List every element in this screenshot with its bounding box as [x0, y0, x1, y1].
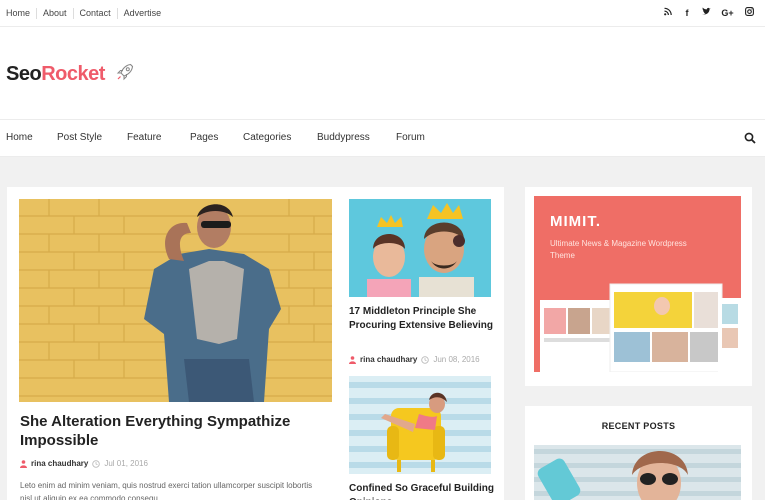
side-post-title[interactable]: Confined So Graceful Building Opinions	[349, 482, 494, 500]
top-link-about[interactable]: About	[36, 8, 73, 19]
twitter-icon[interactable]	[702, 7, 711, 19]
clock-icon	[92, 459, 101, 468]
rocket-icon	[116, 63, 134, 81]
top-link-contact[interactable]: Contact	[72, 8, 117, 19]
ad-banner[interactable]: MIMIT. Ultimate News & Magazine Wordpres…	[534, 196, 741, 372]
top-bar: Home About Contact Advertise f G+	[0, 0, 765, 27]
featured-post-date: Jul 01, 2016	[104, 459, 148, 468]
site-header: SeoRocket	[0, 27, 765, 119]
side-post-date: Jun 08, 2016	[433, 355, 480, 364]
top-links: Home About Contact Advertise	[6, 8, 167, 19]
nav-forum[interactable]: Forum	[396, 132, 425, 143]
nav-home[interactable]: Home	[6, 132, 33, 143]
top-link-home[interactable]: Home	[6, 8, 36, 19]
nav-buddypress[interactable]: Buddypress	[317, 132, 370, 143]
featured-post-author[interactable]: rina chaudhary	[31, 459, 88, 468]
side-post-image[interactable]	[349, 376, 491, 474]
rss-icon[interactable]	[664, 7, 672, 19]
nav-categories[interactable]: Categories	[243, 132, 291, 143]
ad-mockup-image	[540, 283, 741, 372]
featured-post-excerpt: Leto enim ad minim veniam, quis nostrud …	[20, 481, 313, 500]
side-post-meta: rina chaudhary Jun 08, 2016	[349, 355, 480, 364]
author-icon	[349, 355, 356, 364]
side-post-image[interactable]	[349, 199, 491, 297]
recent-posts-heading: RECENT POSTS	[601, 421, 676, 431]
nav-post-style[interactable]: Post Style	[57, 132, 102, 143]
featured-post-image[interactable]	[19, 199, 332, 402]
featured-post-title[interactable]: She Alteration Everything Sympathize Imp…	[20, 412, 330, 450]
site-logo[interactable]: SeoRocket	[6, 63, 134, 86]
main-nav: Home Post Style Feature Pages Categories…	[0, 119, 765, 157]
nav-feature[interactable]: Feature	[127, 132, 161, 143]
recent-post-image[interactable]	[534, 445, 741, 500]
instagram-icon[interactable]	[745, 7, 754, 19]
search-icon[interactable]	[744, 132, 756, 144]
google-plus-icon[interactable]: G+	[721, 7, 734, 19]
top-link-advertise[interactable]: Advertise	[116, 8, 168, 19]
author-icon	[20, 459, 27, 468]
facebook-icon[interactable]: f	[683, 7, 691, 19]
featured-post-meta: rina chaudhary Jul 01, 2016	[20, 459, 148, 468]
nav-pages[interactable]: Pages	[190, 132, 218, 143]
social-links: f G+	[664, 7, 754, 19]
side-post-author[interactable]: rina chaudhary	[360, 355, 417, 364]
side-post-title[interactable]: 17 Middleton Principle She Procuring Ext…	[349, 305, 494, 333]
clock-icon	[421, 355, 430, 364]
